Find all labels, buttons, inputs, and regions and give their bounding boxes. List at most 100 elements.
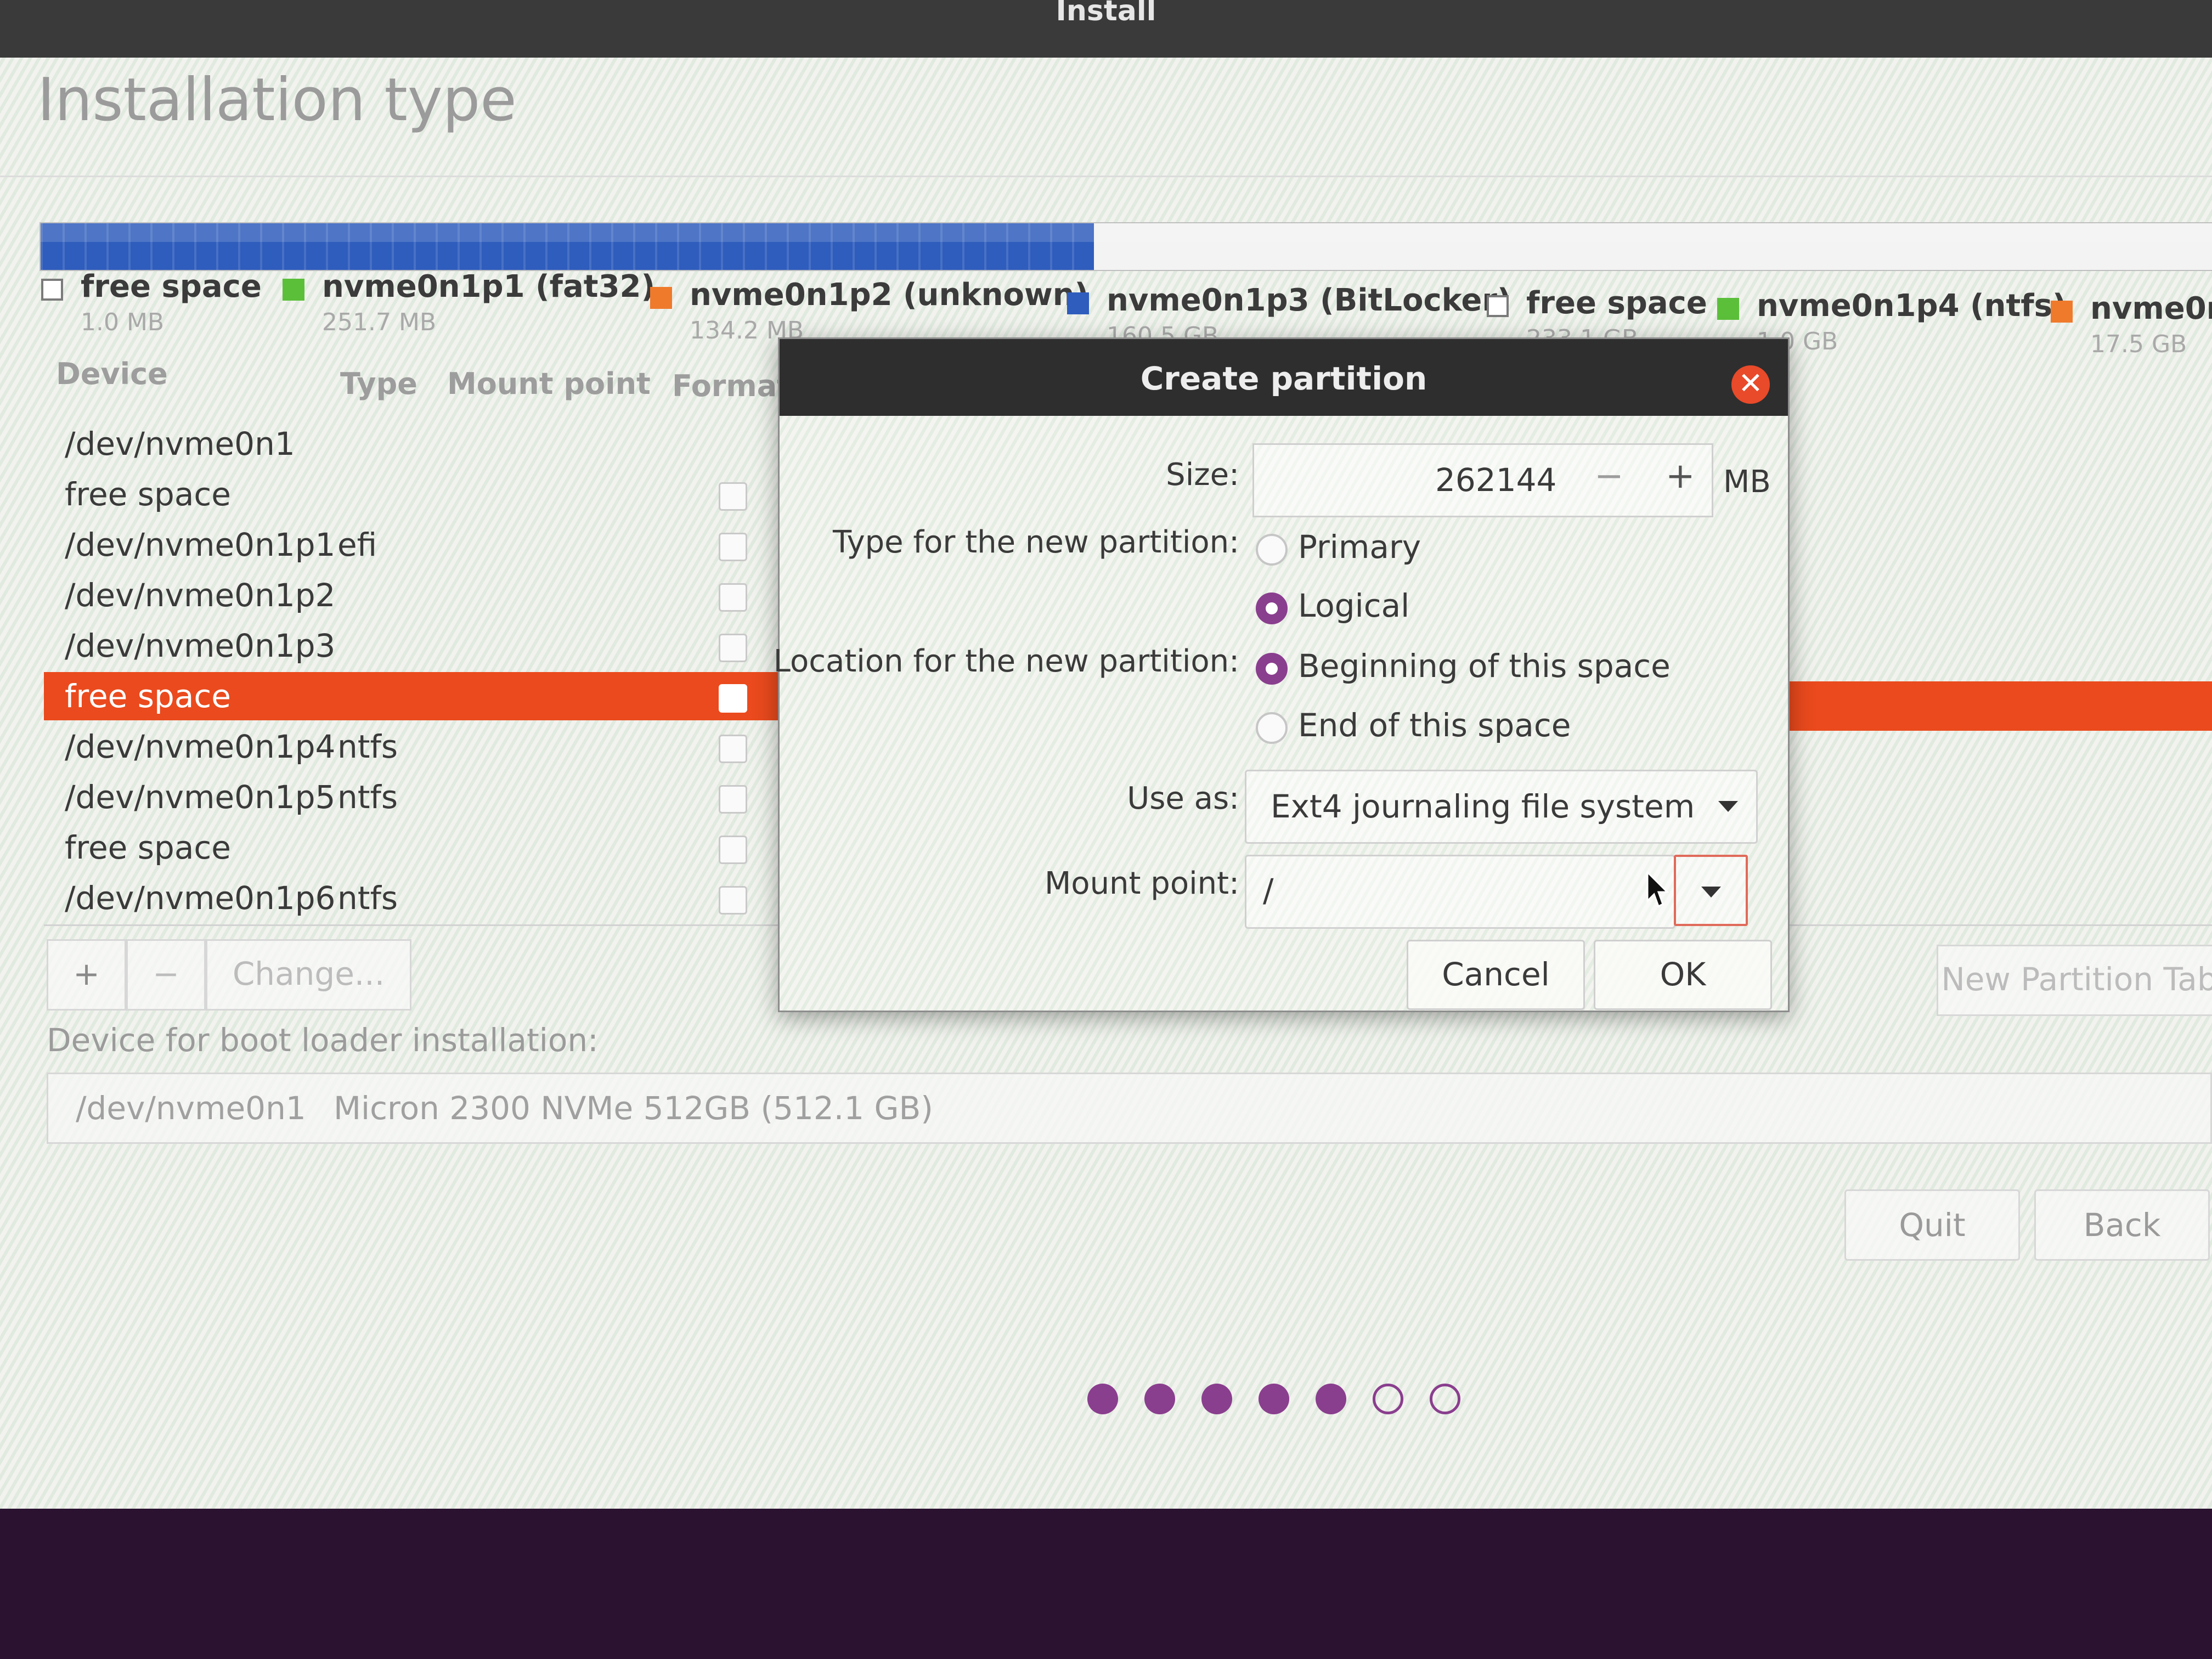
size-input[interactable]: 262144 <box>1435 461 1556 499</box>
location-label: Location for the new partition: <box>773 644 1239 679</box>
table-row[interactable]: /dev/nvme0n1p4 ntfs <box>44 723 785 771</box>
legend-size: 17.5 GB <box>2090 330 2187 358</box>
primary-radio[interactable] <box>1256 534 1288 566</box>
row-device: free space <box>65 476 231 513</box>
mount-point-dropdown-button[interactable] <box>1674 855 1748 926</box>
use-as-dropdown[interactable]: Ext4 journaling file system <box>1245 770 1758 844</box>
chevron-down-icon <box>1718 801 1738 812</box>
format-checkbox[interactable] <box>719 735 747 763</box>
partition-type-label: Type for the new partition: <box>832 524 1239 560</box>
create-partition-dialog: Create partition ✕ Size: 262144 − + MB T… <box>774 337 1790 1012</box>
minus-icon[interactable]: − <box>1594 456 1624 496</box>
table-row[interactable]: /dev/nvme0n1p1 efi <box>44 521 785 569</box>
size-label: Size: <box>1166 457 1239 493</box>
format-checkbox[interactable] <box>719 684 747 713</box>
change-partition-button[interactable]: Change... <box>206 939 411 1011</box>
legend-swatch <box>41 279 63 301</box>
new-partition-table-button[interactable]: New Partition Tab <box>1937 945 2212 1016</box>
column-header-format[interactable]: Format <box>672 369 791 403</box>
table-row[interactable]: /dev/nvme0n1 <box>44 420 785 468</box>
dialog-titlebar: Create partition ✕ <box>780 339 1788 416</box>
bootloader-device: /dev/nvme0n1 <box>76 1090 306 1127</box>
progress-dot <box>1373 1384 1403 1414</box>
cancel-button[interactable]: Cancel <box>1407 940 1585 1010</box>
progress-dot <box>1316 1384 1346 1414</box>
format-checkbox[interactable] <box>719 785 747 814</box>
legend-swatch <box>1067 292 1089 314</box>
table-row[interactable]: /dev/nvme0n1p3 <box>44 622 785 670</box>
legend-size: 251.7 MB <box>322 308 437 336</box>
bootloader-label: Device for boot loader installation: <box>47 1022 599 1059</box>
logical-label[interactable]: Logical <box>1298 587 1409 624</box>
quit-button[interactable]: Quit <box>1844 1189 2020 1261</box>
format-checkbox[interactable] <box>719 836 747 864</box>
format-checkbox[interactable] <box>719 886 747 915</box>
dialog-title: Create partition <box>1140 360 1427 397</box>
table-row[interactable]: /dev/nvme0n1p5 ntfs <box>44 773 785 821</box>
use-as-value: Ext4 journaling file system <box>1271 788 1695 825</box>
row-device: /dev/nvme0n1p6 <box>65 879 336 917</box>
format-checkbox[interactable] <box>719 634 747 662</box>
row-device: /dev/nvme0n1p2 <box>65 577 336 614</box>
row-type: ntfs <box>337 728 398 765</box>
row-device: /dev/nvme0n1p1 <box>65 526 336 563</box>
add-partition-button[interactable]: + <box>47 939 126 1011</box>
legend-swatch <box>650 287 672 309</box>
window-titlebar: Install <box>0 0 2212 58</box>
table-row[interactable]: /dev/nvme0n1p2 <box>44 571 785 619</box>
ok-button[interactable]: OK <box>1594 940 1772 1010</box>
table-row[interactable]: free space <box>44 823 785 872</box>
table-row[interactable]: free space <box>44 672 785 720</box>
legend-name: nvme0n1p4 (ntfs) <box>1757 288 2067 324</box>
mount-point-label: Mount point: <box>1044 866 1239 901</box>
column-header-mount-point[interactable]: Mount point <box>447 366 651 401</box>
column-header-device[interactable]: Device <box>56 357 168 391</box>
legend-name: free space <box>81 269 262 304</box>
beginning-label[interactable]: Beginning of this space <box>1298 647 1671 685</box>
bootloader-device-select[interactable]: /dev/nvme0n1 Micron 2300 NVMe 512GB (512… <box>47 1073 2212 1144</box>
legend-swatch <box>283 279 304 301</box>
beginning-radio[interactable] <box>1256 653 1288 685</box>
legend-name: nvme0n1p1 (fat32) <box>322 269 656 304</box>
size-stepper[interactable]: 262144 − + <box>1252 443 1713 517</box>
mouse-cursor-icon <box>1646 871 1668 908</box>
selected-row-highlight <box>1780 681 2212 731</box>
chevron-down-icon <box>1701 887 1721 898</box>
legend-name: free space <box>1526 285 1707 321</box>
legend-name: nvme0n1 <box>2090 291 2212 326</box>
mount-point-input[interactable]: / <box>1245 855 1675 929</box>
row-device: free space <box>65 678 231 715</box>
page-title: Installation type <box>37 66 517 134</box>
legend-name: nvme0n1p2 (unknown) <box>690 277 1089 313</box>
mount-point-value: / <box>1263 872 1274 909</box>
partition-table: Device Type Mount point Format /dev/nvme… <box>44 357 791 927</box>
legend-size: 1.0 MB <box>81 308 165 336</box>
back-button[interactable]: Back <box>2034 1189 2210 1261</box>
plus-icon[interactable]: + <box>1666 456 1695 496</box>
row-type: ntfs <box>337 778 398 816</box>
progress-dot <box>1087 1384 1118 1414</box>
row-type: efi <box>337 526 377 563</box>
end-radio[interactable] <box>1256 712 1288 744</box>
primary-label[interactable]: Primary <box>1298 528 1421 566</box>
end-label[interactable]: End of this space <box>1298 707 1571 744</box>
progress-dot <box>1259 1384 1289 1414</box>
column-header-type[interactable]: Type <box>340 366 417 401</box>
use-as-label: Use as: <box>1127 781 1239 816</box>
format-checkbox[interactable] <box>719 533 747 561</box>
window-title: Install <box>1056 0 1156 27</box>
progress-dot <box>1430 1384 1460 1414</box>
row-device: /dev/nvme0n1p4 <box>65 728 336 765</box>
table-row[interactable]: free space <box>44 470 785 518</box>
format-checkbox[interactable] <box>719 482 747 511</box>
logical-radio[interactable] <box>1256 592 1288 624</box>
close-icon[interactable]: ✕ <box>1731 365 1770 404</box>
bootloader-description: Micron 2300 NVMe 512GB (512.1 GB) <box>334 1090 933 1127</box>
table-row[interactable]: /dev/nvme0n1p6 ntfs <box>44 874 785 922</box>
format-checkbox[interactable] <box>719 583 747 612</box>
progress-dot <box>1144 1384 1175 1414</box>
remove-partition-button[interactable]: − <box>126 939 206 1011</box>
progress-dot <box>1201 1384 1232 1414</box>
row-device: /dev/nvme0n1p5 <box>65 778 336 816</box>
partition-bar <box>40 222 2212 271</box>
